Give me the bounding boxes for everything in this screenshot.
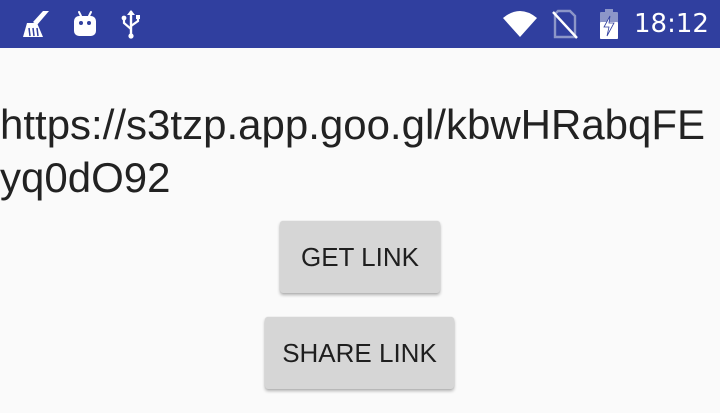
- wifi-icon: [500, 0, 540, 48]
- android-debug-icon: [70, 0, 100, 48]
- dynamic-link-text: https://s3tzp.app.goo.gl/kbwHRabqFEyq0dO…: [0, 101, 706, 201]
- status-time: 18:12: [634, 9, 709, 39]
- share-link-button[interactable]: SHARE LINK: [265, 317, 454, 389]
- get-link-button[interactable]: GET LINK: [280, 221, 440, 293]
- status-bar: 18:12: [0, 0, 720, 48]
- usb-icon: [118, 0, 144, 48]
- cleaner-icon: [20, 0, 56, 48]
- battery-charging-icon: [596, 0, 622, 48]
- main-content: https://s3tzp.app.goo.gl/kbwHRabqFEyq0dO…: [0, 48, 720, 413]
- no-sim-icon: [550, 0, 580, 48]
